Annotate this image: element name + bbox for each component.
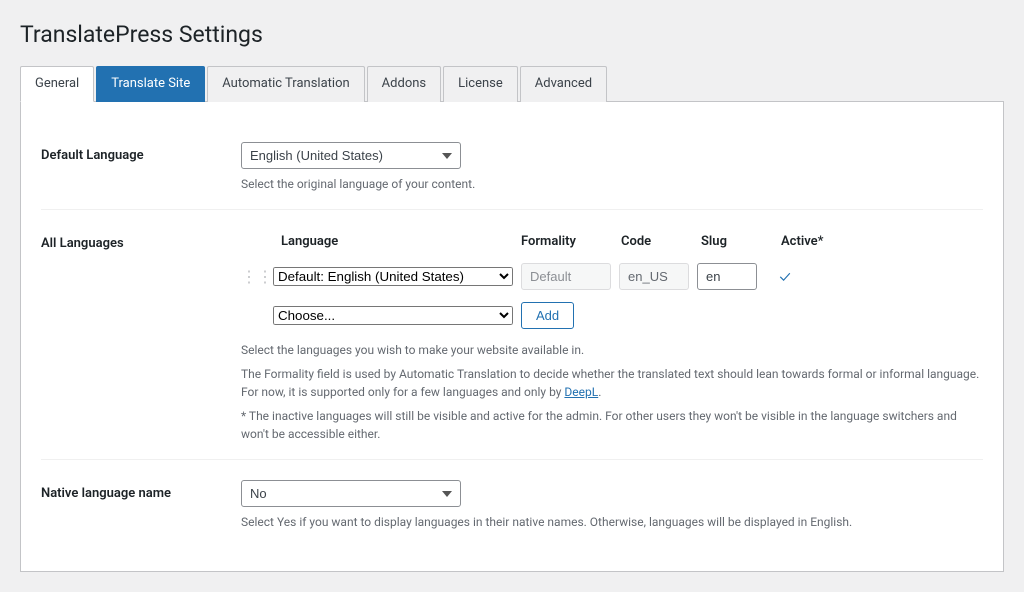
all-languages-row: All Languages Language Formality Code Sl… <box>41 210 983 460</box>
lang-hint-2: The Formality field is used by Automatic… <box>241 365 983 401</box>
col-header-active: Active* <box>781 234 841 249</box>
active-checkmark-icon: ✓ <box>765 267 805 286</box>
language-row: ⋮⋮ Default: English (United States) ✓ <box>241 257 983 296</box>
tab-license[interactable]: License <box>443 66 518 102</box>
col-header-slug: Slug <box>701 234 781 249</box>
default-language-control: English (United States) French Spanish G… <box>241 142 983 193</box>
default-language-hint: Select the original language of your con… <box>241 175 983 193</box>
default-language-select[interactable]: English (United States) French Spanish G… <box>241 142 461 169</box>
all-languages-label: All Languages <box>41 226 241 251</box>
choose-language-select[interactable]: Choose... <box>273 306 513 325</box>
col-header-language: Language <box>281 234 521 249</box>
native-language-select[interactable]: No Yes <box>241 480 461 507</box>
drag-handle-icon[interactable]: ⋮⋮ <box>241 267 273 286</box>
default-language-label: Default Language <box>41 142 241 163</box>
tab-addons[interactable]: Addons <box>367 66 441 102</box>
col-header-formality: Formality <box>521 234 621 249</box>
native-language-hint: Select Yes if you want to display langua… <box>241 513 983 531</box>
lang-hint-3: * The inactive languages will still be v… <box>241 407 983 443</box>
lang-hint-1: Select the languages you wish to make yo… <box>241 341 983 359</box>
tab-automatic-translation[interactable]: Automatic Translation <box>207 66 364 102</box>
language-select[interactable]: Default: English (United States) <box>273 267 513 286</box>
col-header-code: Code <box>621 234 701 249</box>
add-language-button[interactable]: Add <box>521 302 574 329</box>
formality-input <box>521 263 611 290</box>
lang-row-content: Default: English (United States) ✓ <box>273 263 805 290</box>
tab-general[interactable]: General <box>20 66 94 102</box>
deepl-link[interactable]: DeepL <box>564 385 598 399</box>
nav-tabs: General Translate Site Automatic Transla… <box>20 66 1004 102</box>
settings-panel: Default Language English (United States)… <box>20 102 1004 572</box>
native-language-row: Native language name No Yes Select Yes i… <box>41 464 983 547</box>
slug-input[interactable] <box>697 263 757 290</box>
default-language-row: Default Language English (United States)… <box>41 126 983 210</box>
native-language-control: No Yes Select Yes if you want to display… <box>241 480 983 531</box>
tab-translate-site[interactable]: Translate Site <box>96 66 205 102</box>
lang-table-header: Language Formality Code Slug Active* <box>281 226 983 257</box>
tab-advanced[interactable]: Advanced <box>520 66 607 102</box>
all-languages-content: Language Formality Code Slug Active* ⋮⋮ … <box>241 226 983 443</box>
add-language-row: Choose... Add <box>273 302 983 329</box>
code-input <box>619 263 689 290</box>
native-language-label: Native language name <box>41 480 241 501</box>
page-title: TranslatePress Settings <box>20 20 1004 50</box>
